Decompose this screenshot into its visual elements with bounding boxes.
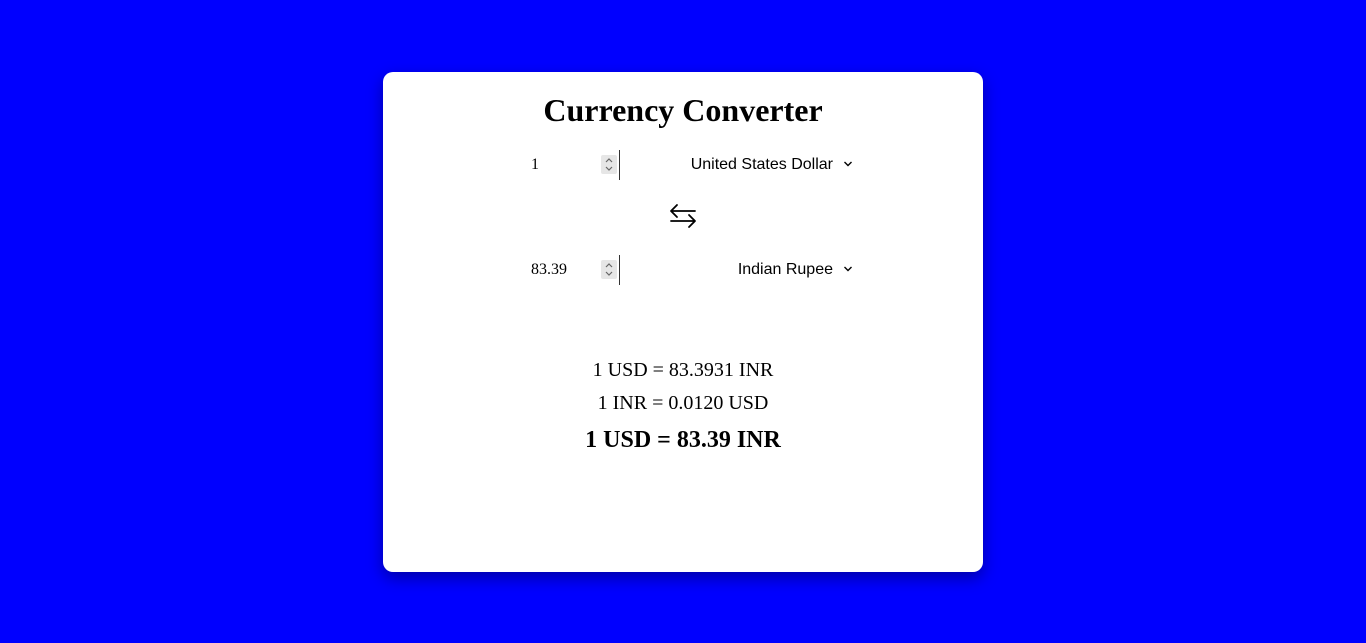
to-currency-label: Indian Rupee [737, 261, 833, 278]
conversion-result: 1 USD = 83.39 INR [585, 427, 781, 453]
from-currency-select[interactable]: United States Dollar [691, 150, 853, 180]
chevron-down-icon [843, 156, 853, 174]
to-amount-input[interactable] [529, 255, 601, 285]
converter-card: Currency Converter United States Dollar [383, 72, 983, 572]
to-row: Indian Rupee [523, 255, 853, 285]
from-row: United States Dollar [523, 150, 853, 180]
to-currency-select[interactable]: Indian Rupee [738, 255, 853, 285]
to-amount-field [523, 255, 620, 285]
swap-arrows-icon [669, 204, 697, 234]
page-title: Currency Converter [543, 92, 823, 128]
from-amount-input[interactable] [529, 150, 601, 180]
rates-panel: 1 USD = 83.3931 INR 1 INR = 0.0120 USD 1… [383, 354, 983, 460]
to-spinner-icon[interactable] [601, 260, 617, 279]
from-currency-label: United States Dollar [690, 156, 833, 173]
reverse-rate-text: 1 INR = 0.0120 USD [597, 392, 769, 414]
forward-rate-text: 1 USD = 83.3931 INR [592, 359, 774, 381]
chevron-down-icon [843, 261, 853, 279]
from-spinner-icon[interactable] [601, 155, 617, 174]
from-amount-field [523, 150, 620, 180]
swap-button[interactable] [669, 202, 697, 230]
